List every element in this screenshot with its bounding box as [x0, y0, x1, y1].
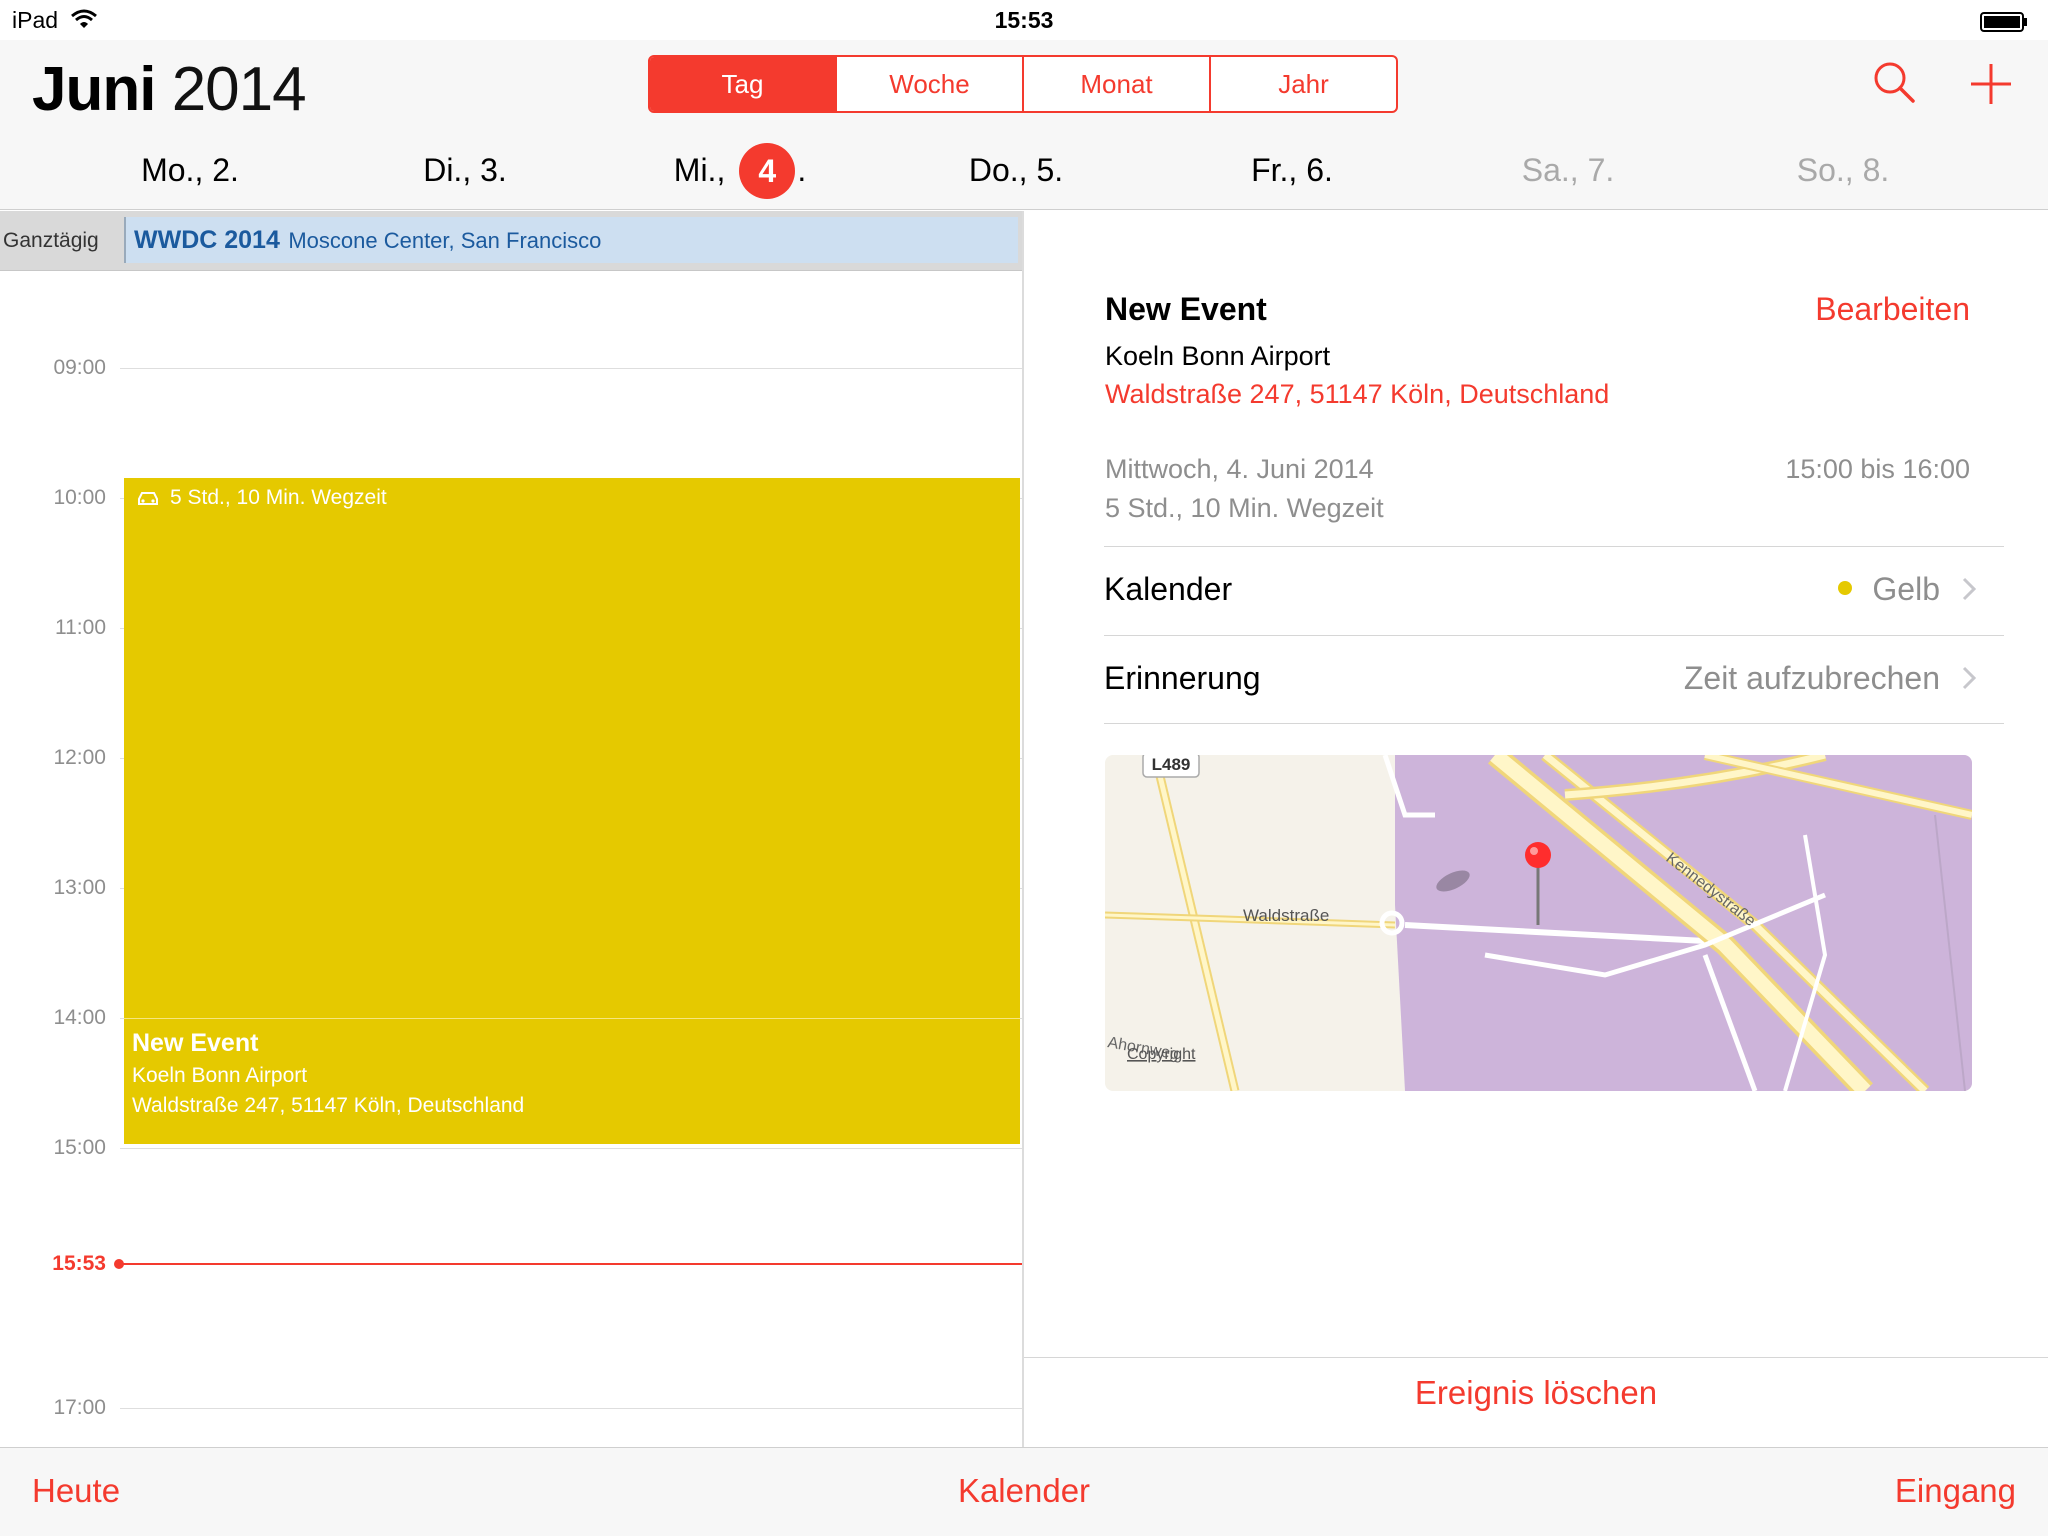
day-sunday[interactable]: So., 8. [1705, 140, 1981, 200]
chevron-right-icon [1962, 577, 1977, 606]
new-event-block[interactable]: New Event Koeln Bonn Airport Waldstraße … [124, 1018, 1020, 1144]
all-day-row: Ganztägig WWDC 2014 Moscone Center, San … [0, 211, 1022, 271]
search-button[interactable] [1870, 58, 1920, 108]
year-label: 2014 [171, 55, 307, 124]
view-segmented-control: Tag Woche Monat Jahr [648, 55, 1398, 113]
month-name: Juni [32, 55, 156, 124]
calendars-button[interactable]: Kalender [0, 1472, 2048, 1510]
event-address-link[interactable]: Waldstraße 247, 51147 Köln, Deutschland [1105, 379, 1609, 410]
delete-event-button[interactable]: Ereignis löschen [1024, 1374, 2048, 1412]
travel-time-event-block[interactable]: 5 Std., 10 Min. Wegzeit New Event Koeln … [124, 478, 1020, 1144]
hour-line [120, 1408, 1022, 1409]
calendar-row-value: Gelb [1838, 571, 1940, 608]
selected-day-circle: 4 [739, 142, 796, 199]
add-event-button[interactable] [1965, 58, 2017, 110]
event-title: New Event [1105, 291, 1267, 327]
reminder-row-value: Zeit aufzubrechen [1683, 660, 1940, 696]
hour-label: 14:00 [53, 1006, 106, 1029]
day-tuesday[interactable]: Di., 3. [327, 140, 603, 200]
hour-label: 10:00 [53, 486, 106, 509]
travel-time-label: 5 Std., 10 Min. Wegzeit [136, 486, 387, 510]
search-icon [1874, 62, 1915, 103]
calendar-row-label: Kalender [1104, 571, 1233, 607]
hour-label: 11:00 [55, 616, 106, 639]
hour-line [120, 368, 1022, 369]
current-time-label: 15:53 [52, 1252, 106, 1275]
day-wednesday-prefix: Mi., [673, 152, 726, 188]
bottom-toolbar: Heute Kalender Eingang [0, 1447, 2048, 1536]
calendar-name: Gelb [1872, 571, 1940, 607]
tab-year[interactable]: Jahr [1209, 57, 1396, 111]
day-wednesday-suffix: . [797, 152, 807, 188]
event-time-range: 15:00 bis 16:00 [1785, 454, 1970, 484]
month-title[interactable]: Juni 2014 [32, 54, 307, 125]
day-saturday[interactable]: Sa., 7. [1430, 140, 1706, 200]
map-copyright: Copyright [1127, 1046, 1196, 1063]
day-wednesday-selected[interactable]: Mi., 4. [602, 140, 878, 200]
divider [1104, 723, 2004, 724]
event-block-place: Koeln Bonn Airport [132, 1064, 308, 1087]
tab-week[interactable]: Woche [835, 57, 1022, 111]
all-day-event-location: Moscone Center, San Francisco [288, 228, 602, 253]
week-day-strip: Mo., 2. Di., 3. Mi., 4. Do., 5. Fr., 6. S… [0, 140, 2048, 200]
battery-icon [1980, 11, 2028, 38]
reminder-row-label: Erinnerung [1104, 660, 1261, 696]
all-day-event-title: WWDC 2014 [134, 226, 280, 254]
calendar-header: Juni 2014 Tag Woche Monat Jahr Mo., 2. D… [0, 40, 2048, 210]
tab-month[interactable]: Monat [1022, 57, 1209, 111]
all-day-label: Ganztägig [3, 229, 99, 252]
chevron-right-icon [1962, 666, 1977, 695]
divider [1024, 1357, 2048, 1358]
all-day-event[interactable]: WWDC 2014 Moscone Center, San Francisco [124, 217, 1018, 263]
edit-button[interactable]: Bearbeiten [1815, 291, 1970, 328]
hour-label: 12:00 [53, 746, 106, 769]
car-icon [138, 492, 158, 505]
map-street-label: Waldstraße [1243, 906, 1329, 925]
day-friday[interactable]: Fr., 6. [1154, 140, 1430, 200]
day-timeline[interactable]: 09:00 10:00 11:00 12:00 13:00 14:00 15:0… [0, 272, 1024, 1447]
hour-label: 15:00 [53, 1136, 106, 1159]
hour-label: 13:00 [53, 876, 106, 899]
calendar-color-dot [1838, 580, 1853, 595]
inbox-button[interactable]: Eingang [1895, 1472, 2016, 1510]
event-block-address: Waldstraße 247, 51147 Köln, Deutschland [132, 1094, 525, 1117]
location-map[interactable]: L489 Waldstraße Kennedystraße Ahornweg C… [1105, 755, 1972, 1091]
day-thursday[interactable]: Do., 5. [878, 140, 1154, 200]
hour-label: 09:00 [53, 356, 106, 379]
event-block-title: New Event [132, 1029, 259, 1057]
map-road-badge: L489 [1152, 755, 1191, 774]
event-travel-time: 5 Std., 10 Min. Wegzeit [1105, 493, 1384, 523]
status-time: 15:53 [994, 7, 1054, 33]
current-time-line [118, 1263, 1022, 1265]
event-place: Koeln Bonn Airport [1105, 341, 1331, 371]
calendar-row[interactable]: Kalender Gelb [1104, 547, 2004, 635]
plus-icon [1971, 64, 2011, 104]
hour-line [120, 1148, 1022, 1149]
day-monday[interactable]: Mo., 2. [52, 140, 328, 200]
event-detail-pane: New Event Bearbeiten Koeln Bonn Airport … [1024, 211, 2048, 1447]
event-date: Mittwoch, 4. Juni 2014 [1105, 454, 1374, 484]
travel-time-text: 5 Std., 10 Min. Wegzeit [170, 486, 387, 509]
tab-day[interactable]: Tag [650, 57, 835, 111]
hour-label: 17:00 [53, 1396, 106, 1419]
reminder-row[interactable]: Erinnerung Zeit aufzubrechen [1104, 636, 2004, 724]
status-bar: iPad 15:53 [0, 0, 2048, 40]
